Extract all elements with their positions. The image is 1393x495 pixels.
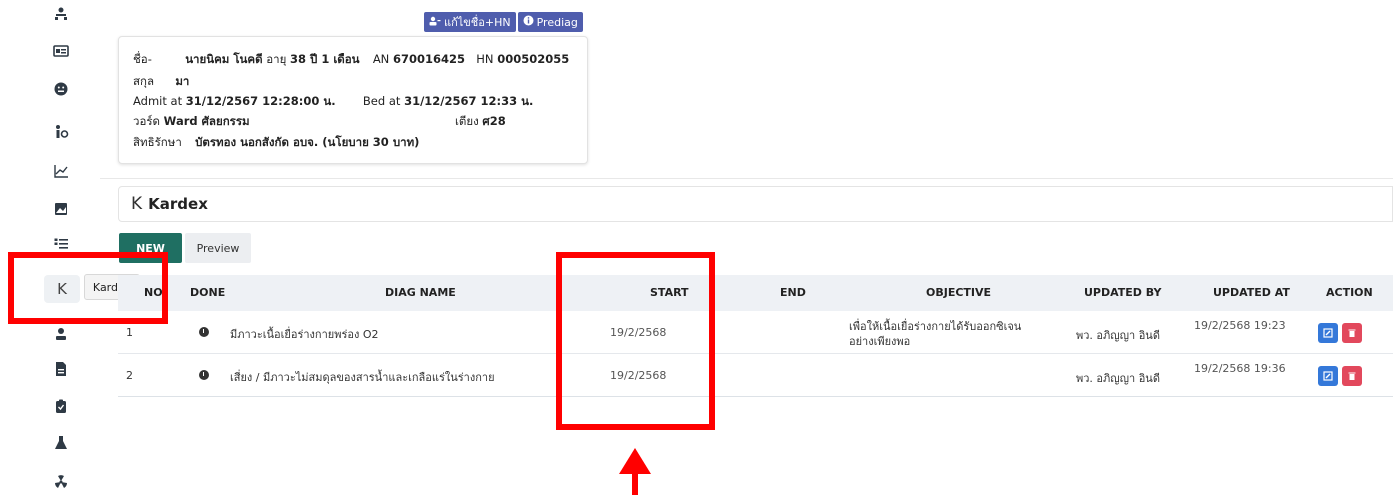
an-label: AN	[372, 52, 390, 66]
col-done[interactable]: DONE	[190, 286, 225, 299]
patient-an: 670016425	[392, 52, 465, 66]
patient-name: นายนิคม โนคดี	[185, 52, 263, 66]
trash-icon	[1348, 372, 1356, 380]
bed-at-label: Bed at	[362, 94, 401, 108]
edit-name-hn-button[interactable]: แก้ไขชื่อ+HN	[424, 12, 516, 32]
clock-icon[interactable]	[199, 370, 209, 380]
row-updated-by: พว. อภิญญา อินดี	[1076, 372, 1160, 385]
sidebar-item-kardex[interactable]: K	[44, 275, 80, 303]
edit-icon	[1323, 371, 1333, 381]
id-card-icon[interactable]	[53, 43, 69, 59]
surname-label: สกุล	[133, 74, 155, 88]
kardex-title: Kardex	[148, 195, 208, 213]
row-objective-line2: อย่างเพียงพอ	[849, 335, 911, 348]
table-row[interactable]: 2 เสี่ยง / มีภาวะไม่สมดุลของสารน้ำและเกล…	[118, 354, 1393, 397]
patient-age: 38 ปี 1 เดือน	[290, 52, 360, 66]
admit-datetime: 31/12/2567 12:28:00 น.	[185, 94, 336, 108]
hn-label: HN	[476, 52, 494, 66]
patient-hn: 000502055	[497, 52, 570, 66]
row-updated-at: 19/2/2568 19:23	[1194, 319, 1286, 332]
top-actions: แก้ไขชื่อ+HN Prediag	[424, 12, 583, 32]
new-button[interactable]: NEW	[119, 233, 182, 263]
edit-button[interactable]	[1318, 366, 1338, 386]
row-updated-by: พว. อภิญญา อินดี	[1076, 329, 1160, 342]
col-updated-at[interactable]: UPDATED AT	[1213, 286, 1290, 299]
sidebar: K	[0, 0, 90, 495]
col-end[interactable]: END	[780, 286, 806, 299]
row-start: 19/2/2568	[610, 326, 667, 339]
bed-number: ศ28	[482, 114, 506, 128]
prediag-button[interactable]: Prediag	[517, 12, 583, 32]
col-action[interactable]: ACTION	[1326, 286, 1373, 299]
annotation-arrow-head	[619, 448, 651, 474]
col-start[interactable]: START	[650, 286, 689, 299]
col-updated-by[interactable]: UPDATED BY	[1084, 286, 1162, 299]
user-edit-icon	[429, 16, 441, 29]
info-icon	[523, 15, 534, 29]
kardex-table: NO DONE DIAG NAME START END OBJECTIVE UP…	[118, 275, 1393, 397]
row-updated-at: 19/2/2568 19:36	[1194, 362, 1286, 375]
row-diag-name: เสี่ยง / มีภาวะไม่สมดุลของสารน้ำและเกลือ…	[230, 371, 495, 384]
row-no: 2	[126, 369, 133, 382]
name-label: ชื่อ-	[133, 52, 152, 66]
org-chart-icon[interactable]	[53, 6, 69, 22]
image-icon[interactable]	[53, 201, 69, 217]
flask-icon[interactable]	[53, 435, 69, 451]
user-badge-icon[interactable]	[53, 326, 69, 342]
kardex-icon: K	[57, 280, 67, 298]
row-no: 1	[126, 326, 133, 339]
chart-line-icon[interactable]	[53, 163, 69, 179]
row-start: 19/2/2568	[610, 369, 667, 382]
face-icon[interactable]	[53, 81, 69, 97]
radiation-icon[interactable]	[53, 473, 69, 489]
patient-info-card: ชื่อ- นายนิคม โนคดี อายุ 38 ปี 1 เดือน A…	[118, 36, 588, 164]
edit-icon	[1323, 328, 1333, 338]
delete-button[interactable]	[1342, 323, 1362, 343]
kardex-header-icon: K	[131, 194, 143, 214]
col-objective[interactable]: OBJECTIVE	[926, 286, 991, 299]
patient-surname: มา	[175, 74, 190, 88]
table-header: NO DONE DIAG NAME START END OBJECTIVE UP…	[118, 275, 1393, 311]
delete-button[interactable]	[1342, 366, 1362, 386]
trash-icon	[1348, 329, 1356, 337]
clipboard-icon[interactable]	[53, 398, 69, 414]
annotation-arrow-shaft	[632, 472, 638, 495]
treatment-right: บัตรทอง นอกสังกัด อบจ. (นโยบาย 30 บาท)	[195, 135, 420, 149]
kardex-header: K Kardex	[118, 186, 1393, 222]
row-diag-name: มีภาวะเนื้อเยื่อร่างกายพร่อง O2	[230, 328, 379, 341]
person-walk-icon[interactable]	[53, 124, 69, 140]
bed-at-datetime: 31/12/2567 12:33 น.	[404, 94, 534, 108]
ward-label: วอร์ด	[133, 114, 161, 128]
preview-button[interactable]: Preview	[185, 233, 251, 263]
document-icon[interactable]	[53, 361, 69, 377]
table-row[interactable]: 1 มีภาวะเนื้อเยื่อร่างกายพร่อง O2 19/2/2…	[118, 311, 1393, 354]
right-label: สิทธิรักษา	[133, 135, 182, 149]
clock-icon[interactable]	[199, 327, 209, 337]
admit-label: Admit at	[133, 94, 183, 108]
edit-button[interactable]	[1318, 323, 1338, 343]
bed-label: เตียง	[455, 114, 479, 128]
checklist-icon[interactable]	[53, 236, 69, 252]
age-label: อายุ	[266, 52, 287, 66]
col-diag-name[interactable]: DIAG NAME	[385, 286, 456, 299]
col-no[interactable]: NO	[144, 286, 163, 299]
ward-name: Ward ศัลยกรรม	[163, 114, 250, 128]
